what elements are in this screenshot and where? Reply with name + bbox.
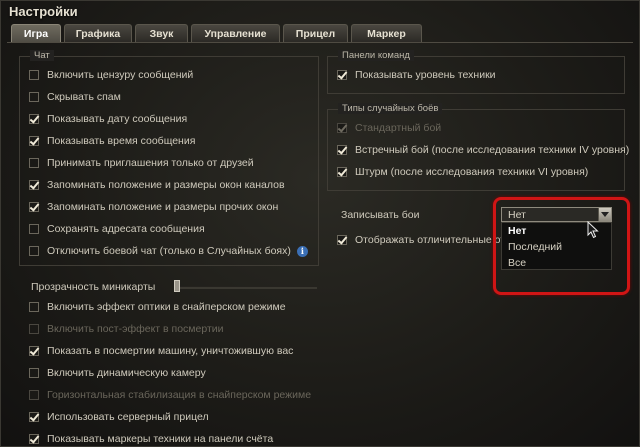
chat-option-hide-spam[interactable]: Скрывать спам: [29, 90, 121, 104]
minimap-transparency-label: Прозрачность миникарты: [31, 281, 156, 293]
tab-graphics[interactable]: Графика: [64, 24, 132, 43]
window-title: Настройки: [9, 4, 78, 19]
checkbox[interactable]: [337, 70, 347, 80]
chat-option-save-recipient[interactable]: Сохранять адресата сообщения: [29, 222, 205, 236]
checkbox[interactable]: [29, 412, 39, 422]
option-dynamic-camera[interactable]: Включить динамическую камеру: [29, 366, 206, 380]
info-icon[interactable]: i: [296, 245, 308, 257]
checkbox[interactable]: [29, 346, 39, 356]
chat-option-censor[interactable]: Включить цензуру сообщений: [29, 68, 193, 82]
checkbox[interactable]: [29, 434, 39, 444]
checkbox[interactable]: [29, 302, 39, 312]
option-postmortem-effect[interactable]: Включить пост-эффект в посмертии: [29, 322, 224, 336]
checkbox[interactable]: [29, 114, 39, 124]
checkbox[interactable]: [337, 145, 347, 155]
tab-sight[interactable]: Прицел: [283, 24, 348, 43]
checkbox[interactable]: [29, 246, 39, 256]
checkbox[interactable]: [29, 158, 39, 168]
chat-option-show-date[interactable]: Показывать дату сообщения: [29, 112, 187, 126]
command-panels-title: Панели команд: [338, 50, 414, 61]
tab-marker[interactable]: Маркер: [351, 24, 422, 43]
slider-handle[interactable]: [174, 280, 180, 292]
checkbox[interactable]: [29, 92, 39, 102]
chat-option-remember-other-windows[interactable]: Запоминать положение и размеры прочих ок…: [29, 200, 278, 214]
checkbox[interactable]: [337, 235, 347, 245]
battle-type-standard[interactable]: Стандартный бой: [337, 121, 441, 135]
checkbox[interactable]: [29, 324, 39, 334]
settings-window: Настройки Игра Графика Звук Управление П…: [0, 0, 640, 447]
checkbox[interactable]: [29, 390, 39, 400]
tab-controls[interactable]: Управление: [191, 24, 280, 43]
chat-option-show-time[interactable]: Показывать время сообщения: [29, 134, 195, 148]
record-battles-label: Записывать бои: [341, 209, 420, 221]
checkbox[interactable]: [29, 224, 39, 234]
chat-option-friends-invites[interactable]: Принимать приглашения только от друзей: [29, 156, 254, 170]
option-horizontal-stabilization[interactable]: Горизонтальная стабилизация в снайперско…: [29, 388, 311, 402]
battle-type-encounter[interactable]: Встречный бой (после исследования техник…: [337, 143, 629, 157]
tab-game[interactable]: Игра: [11, 24, 61, 43]
tab-sound[interactable]: Звук: [135, 24, 188, 43]
option-sniper-optics[interactable]: Включить эффект оптики в снайперском реж…: [29, 300, 286, 314]
battle-type-assault[interactable]: Штурм (после исследования техники VI уро…: [337, 165, 588, 179]
random-battles-title: Типы случайных боёв: [338, 103, 443, 114]
checkbox[interactable]: [337, 123, 347, 133]
chat-panel-title: Чат: [30, 50, 54, 61]
checkbox[interactable]: [337, 167, 347, 177]
mouse-cursor-icon: [587, 221, 599, 239]
option-server-reticle[interactable]: Использовать серверный прицел: [29, 410, 209, 424]
option-show-killer[interactable]: Показать в посмертии машину, уничтожившу…: [29, 344, 293, 358]
tab-bar: Игра Графика Звук Управление Прицел Марк…: [11, 24, 425, 43]
tab-divider: [7, 42, 633, 43]
minimap-transparency-slider[interactable]: [177, 286, 317, 289]
checkbox[interactable]: [29, 202, 39, 212]
chat-option-remember-channel-windows[interactable]: Запоминать положение и размеры окон кана…: [29, 178, 285, 192]
chat-option-disable-battle-chat[interactable]: Отключить боевой чат (только в Случайных…: [29, 244, 308, 258]
checkbox[interactable]: [29, 70, 39, 80]
show-vehicle-tier-option[interactable]: Показывать уровень техники: [337, 68, 496, 82]
checkbox[interactable]: [29, 136, 39, 146]
red-highlight-ring: [493, 197, 630, 295]
checkbox[interactable]: [29, 180, 39, 190]
checkbox[interactable]: [29, 368, 39, 378]
option-vehicle-markers-score-panel[interactable]: Показывать маркеры техники на панели счё…: [29, 432, 273, 446]
